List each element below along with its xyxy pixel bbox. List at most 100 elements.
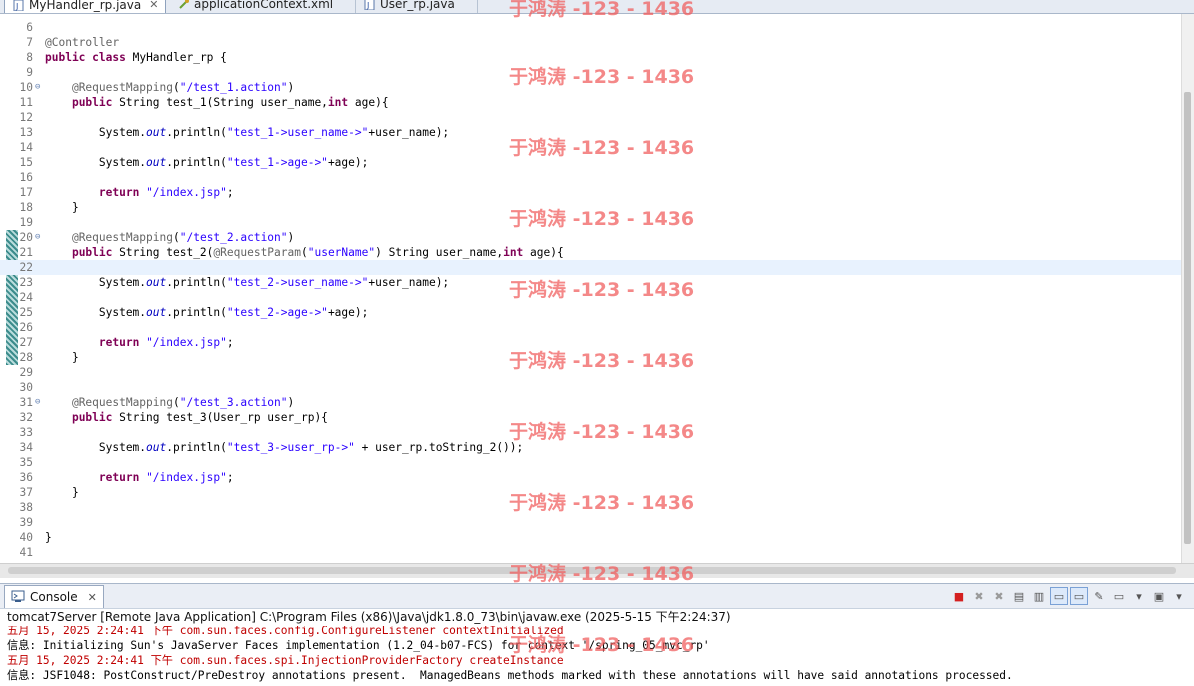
console-view-header: Console ✕ ■ ✖ ✖ ▤ ▥ ▭ ▭ ✎ ▭ ▾ ▣ ▾ (0, 583, 1194, 609)
code-text: public String test_3(User_rp user_rp){ (71, 411, 328, 424)
code-line[interactable]: 24 (0, 290, 1182, 305)
tab-user-rp-java[interactable]: J User_rp.java (356, 0, 478, 13)
scrollbar-thumb[interactable] (8, 567, 1176, 574)
open-console-icon[interactable]: ▣ (1150, 587, 1168, 605)
line-number: 29 (19, 366, 33, 379)
code-line[interactable]: 40} (0, 530, 1182, 545)
code-line[interactable]: 6 (0, 20, 1182, 35)
code-line[interactable]: 12 (0, 110, 1182, 125)
code-line[interactable]: 37 } (0, 485, 1182, 500)
line-number: 41 (19, 546, 33, 559)
remove-all-terminated-icon[interactable]: ✖ (990, 587, 1008, 605)
tab-console[interactable]: Console ✕ (4, 585, 104, 608)
code-line[interactable]: 38 (0, 500, 1182, 515)
clear-console-icon[interactable]: ▤ (1010, 587, 1028, 605)
tab-myhandler-rp-java[interactable]: J MyHandler_rp.java ✕ (4, 0, 166, 13)
code-text: System.out.println("test_3->user_rp->" +… (45, 441, 524, 454)
code-text: return "/index.jsp"; (98, 186, 234, 199)
line-number: 18 (19, 201, 33, 214)
line-number: 13 (19, 126, 33, 139)
line-number: 35 (19, 456, 33, 469)
show-on-stdout-icon[interactable]: ▭ (1050, 587, 1068, 605)
code-line[interactable]: 35 (0, 455, 1182, 470)
code-line[interactable]: 22 (0, 260, 1182, 275)
editor-horizontal-scrollbar[interactable] (0, 563, 1194, 578)
code-line[interactable]: 19 (0, 215, 1182, 230)
scroll-lock-icon[interactable]: ▥ (1030, 587, 1048, 605)
code-line[interactable]: 23 System.out.println("test_2->user_name… (0, 275, 1182, 290)
console-icon (11, 590, 25, 605)
console-toolbar: ■ ✖ ✖ ▤ ▥ ▭ ▭ ✎ ▭ ▾ ▣ ▾ (950, 587, 1188, 605)
remove-launch-icon[interactable]: ✖ (970, 587, 988, 605)
tab-label: MyHandler_rp.java (29, 0, 142, 12)
code-line[interactable]: 28 } (0, 350, 1182, 365)
code-line[interactable]: 15 System.out.println("test_1->age->"+ag… (0, 155, 1182, 170)
dropdown-icon[interactable]: ▾ (1130, 587, 1148, 605)
code-text: System.out.println("test_2->user_name->"… (45, 276, 450, 289)
console-output[interactable]: 五月 15, 2025 2:24:41 下午 com.sun.faces.con… (0, 626, 1194, 686)
code-line[interactable]: 26 (0, 320, 1182, 335)
code-text: return "/index.jsp"; (98, 471, 234, 484)
code-line[interactable]: 20 ⊖ @RequestMapping("/test_2.action") (0, 230, 1182, 245)
fold-toggle-icon[interactable]: ⊖ (35, 395, 40, 410)
code-line[interactable]: 18 } (0, 200, 1182, 215)
line-number: 24 (19, 291, 33, 304)
code-text: } (45, 531, 52, 544)
code-line[interactable]: 41 (0, 545, 1182, 560)
line-number: 28 (19, 351, 33, 364)
code-line[interactable]: 36 return "/index.jsp"; (0, 470, 1182, 485)
java-file-icon: J (13, 0, 25, 11)
terminate-icon[interactable]: ■ (950, 587, 968, 605)
line-number: 37 (19, 486, 33, 499)
code-line[interactable]: 16 (0, 170, 1182, 185)
code-line[interactable]: 32 public String test_3(User_rp user_rp)… (0, 410, 1182, 425)
code-text: public String test_1(String user_name,in… (71, 96, 389, 109)
line-number: 22 (19, 261, 33, 274)
pin-console-icon[interactable]: ✎ (1090, 587, 1108, 605)
fold-toggle-icon[interactable]: ⊖ (35, 230, 40, 245)
tab-applicationcontext-xml[interactable]: applicationContext.xml (170, 0, 356, 13)
code-line[interactable]: 11 public String test_1(String user_name… (0, 95, 1182, 110)
code-line[interactable]: 30 (0, 380, 1182, 395)
code-line[interactable]: 8 public class MyHandler_rp { (0, 50, 1182, 65)
scrollbar-thumb[interactable] (1184, 92, 1191, 544)
line-number: 8 (26, 51, 33, 64)
code-line[interactable]: 14 (0, 140, 1182, 155)
code-text: } (45, 201, 79, 214)
line-number: 9 (26, 66, 33, 79)
line-number: 31 (19, 396, 33, 409)
line-number: 21 (19, 246, 33, 259)
editor-vertical-scrollbar[interactable] (1181, 14, 1194, 565)
line-number: 6 (26, 21, 33, 34)
code-text: } (45, 351, 79, 364)
code-line[interactable]: 25 System.out.println("test_2->age->"+ag… (0, 305, 1182, 320)
code-line[interactable]: 34 System.out.println("test_3->user_rp->… (0, 440, 1182, 455)
fold-toggle-icon[interactable]: ⊖ (35, 80, 40, 95)
editor-tab-bar: J MyHandler_rp.java ✕ applicationContext… (0, 0, 1194, 14)
code-line[interactable]: 29 (0, 365, 1182, 380)
code-line[interactable]: 27 return "/index.jsp"; (0, 335, 1182, 350)
code-line[interactable]: 17 return "/index.jsp"; (0, 185, 1182, 200)
code-line[interactable]: 7 @Controller (0, 35, 1182, 50)
line-number: 30 (19, 381, 33, 394)
code-editor[interactable]: 6 7 @Controller 8 public class MyHandler_rp … (0, 14, 1194, 577)
code-line[interactable]: 9 (0, 65, 1182, 80)
code-text: public String test_2(@RequestParam("user… (71, 246, 564, 259)
view-menu-icon[interactable]: ▾ (1170, 587, 1188, 605)
code-line[interactable]: 39 (0, 515, 1182, 530)
line-number: 10 (19, 81, 33, 94)
show-on-stderr-icon[interactable]: ▭ (1070, 587, 1088, 605)
line-number: 20 (19, 231, 33, 244)
code-line[interactable]: 33 (0, 425, 1182, 440)
display-selected-console-icon[interactable]: ▭ (1110, 587, 1128, 605)
code-line[interactable]: 10 ⊖ @RequestMapping("/test_1.action") (0, 80, 1182, 95)
line-number: 7 (26, 36, 33, 49)
close-icon[interactable]: ✕ (149, 0, 158, 11)
code-line[interactable]: 21 public String test_2(@RequestParam("u… (0, 245, 1182, 260)
svg-text:J: J (366, 1, 369, 10)
code-line[interactable]: 13 System.out.println("test_1->user_name… (0, 125, 1182, 140)
code-text: @Controller (45, 36, 120, 49)
console-output-line: 信息: Initializing Sun's JavaServer Faces … (7, 639, 710, 652)
close-icon[interactable]: ✕ (88, 591, 97, 604)
code-line[interactable]: 31 ⊖ @RequestMapping("/test_3.action") (0, 395, 1182, 410)
